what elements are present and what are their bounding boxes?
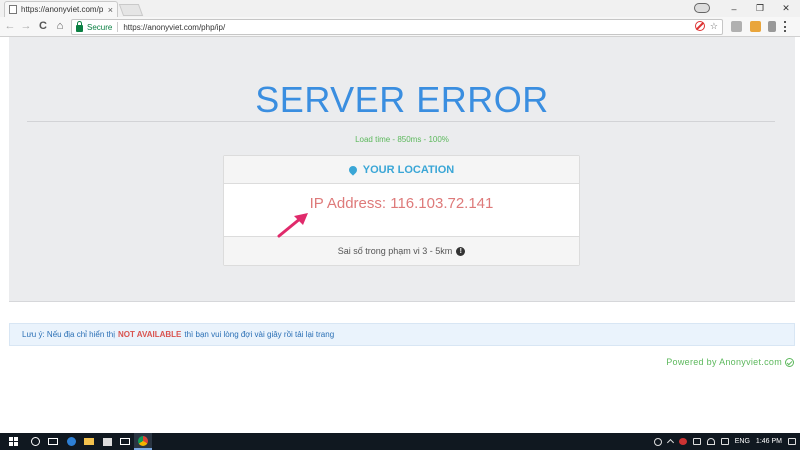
notice-highlight: NOT AVAILABLE — [118, 330, 181, 339]
annotation-arrow-icon — [277, 212, 309, 238]
antivirus-icon[interactable] — [679, 438, 687, 445]
ip-address: IP Address: 116.103.72.141 — [224, 195, 579, 212]
extension-icon[interactable] — [731, 21, 742, 32]
powered-by-text[interactable]: Powered by Anonyviet.com — [666, 357, 782, 367]
title-divider — [27, 121, 775, 122]
bookmark-star-icon[interactable]: ☆ — [710, 21, 718, 32]
clock[interactable]: 1:46 PM — [756, 438, 782, 445]
accuracy-text: Sai số trong phạm vi 3 - 5km — [338, 246, 453, 256]
page-title: SERVER ERROR — [9, 79, 795, 121]
forward-button[interactable]: → — [19, 19, 33, 33]
chevron-up-icon[interactable] — [667, 439, 674, 446]
extension-icon[interactable] — [768, 21, 776, 32]
reload-button[interactable]: C — [36, 19, 50, 33]
system-tray: ENG 1:46 PM — [654, 433, 796, 450]
taskbar: ENG 1:46 PM — [0, 433, 800, 450]
mail-icon[interactable] — [116, 433, 134, 450]
secure-label: Secure — [87, 23, 112, 32]
search-icon[interactable] — [26, 433, 44, 450]
notice-text-post: thì bạn vui lòng đợi vài giây rồi tải lạ… — [184, 330, 334, 339]
address-bar[interactable]: Secure https://anonyviet.com/php/ip/ ☆ — [71, 19, 723, 35]
profile-icon[interactable] — [694, 3, 710, 13]
load-time: Load time - 850ms - 100% — [9, 135, 795, 144]
omnibox-divider — [117, 22, 118, 32]
file-explorer-icon[interactable] — [80, 433, 98, 450]
omnibox-actions: ☆ — [695, 21, 718, 32]
browser-tab[interactable]: https://anonyviet.com/p × — [4, 1, 118, 17]
info-icon[interactable]: ! — [456, 247, 465, 256]
map-pin-icon — [347, 164, 358, 175]
new-tab-button[interactable] — [119, 4, 143, 16]
tab-strip: https://anonyviet.com/p × – ❐ ✕ — [0, 0, 800, 17]
blocked-content-icon[interactable] — [695, 21, 705, 31]
notifications-icon[interactable] — [788, 438, 796, 445]
check-circle-icon — [785, 358, 794, 367]
location-header: YOUR LOCATION — [224, 156, 579, 184]
volume-icon[interactable] — [721, 438, 729, 445]
url-text[interactable]: https://anonyviet.com/php/ip/ — [123, 23, 225, 32]
notice-text-pre: Lưu ý: Nếu địa chỉ hiển thị — [22, 330, 115, 339]
location-header-label: YOUR LOCATION — [363, 164, 454, 176]
windows-logo-icon — [9, 437, 18, 446]
chrome-icon[interactable] — [134, 433, 152, 450]
task-view-icon[interactable] — [44, 433, 62, 450]
page-icon — [9, 5, 17, 14]
back-button[interactable]: ← — [3, 19, 17, 33]
restore-button[interactable]: ❐ — [748, 0, 772, 17]
minimize-button[interactable]: – — [722, 0, 746, 17]
battery-icon[interactable] — [693, 438, 701, 445]
start-button[interactable] — [4, 433, 22, 450]
extension-icon[interactable] — [750, 21, 761, 32]
menu-kebab-icon[interactable] — [784, 21, 788, 32]
tab-title: https://anonyviet.com/p — [21, 5, 106, 14]
home-button[interactable]: ⌂ — [53, 19, 67, 33]
browser-toolbar: ← → C ⌂ Secure https://anonyviet.com/php… — [0, 17, 800, 37]
language-indicator[interactable]: ENG — [735, 438, 750, 445]
powered-by[interactable]: Powered by Anonyviet.com — [666, 357, 794, 367]
close-window-button[interactable]: ✕ — [774, 0, 798, 17]
notice-banner: Lưu ý: Nếu địa chỉ hiển thị NOT AVAILABL… — [9, 323, 795, 346]
edge-icon[interactable] — [62, 433, 80, 450]
location-panel: YOUR LOCATION IP Address: 116.103.72.141… — [223, 155, 580, 266]
tab-close-icon[interactable]: × — [108, 5, 113, 15]
lock-icon — [76, 25, 83, 32]
network-icon[interactable] — [707, 438, 715, 445]
location-footer: Sai số trong phạm vi 3 - 5km ! — [224, 236, 579, 265]
people-icon[interactable] — [654, 438, 662, 446]
main-panel: SERVER ERROR Load time - 850ms - 100% YO… — [9, 37, 795, 302]
store-icon[interactable] — [98, 433, 116, 450]
